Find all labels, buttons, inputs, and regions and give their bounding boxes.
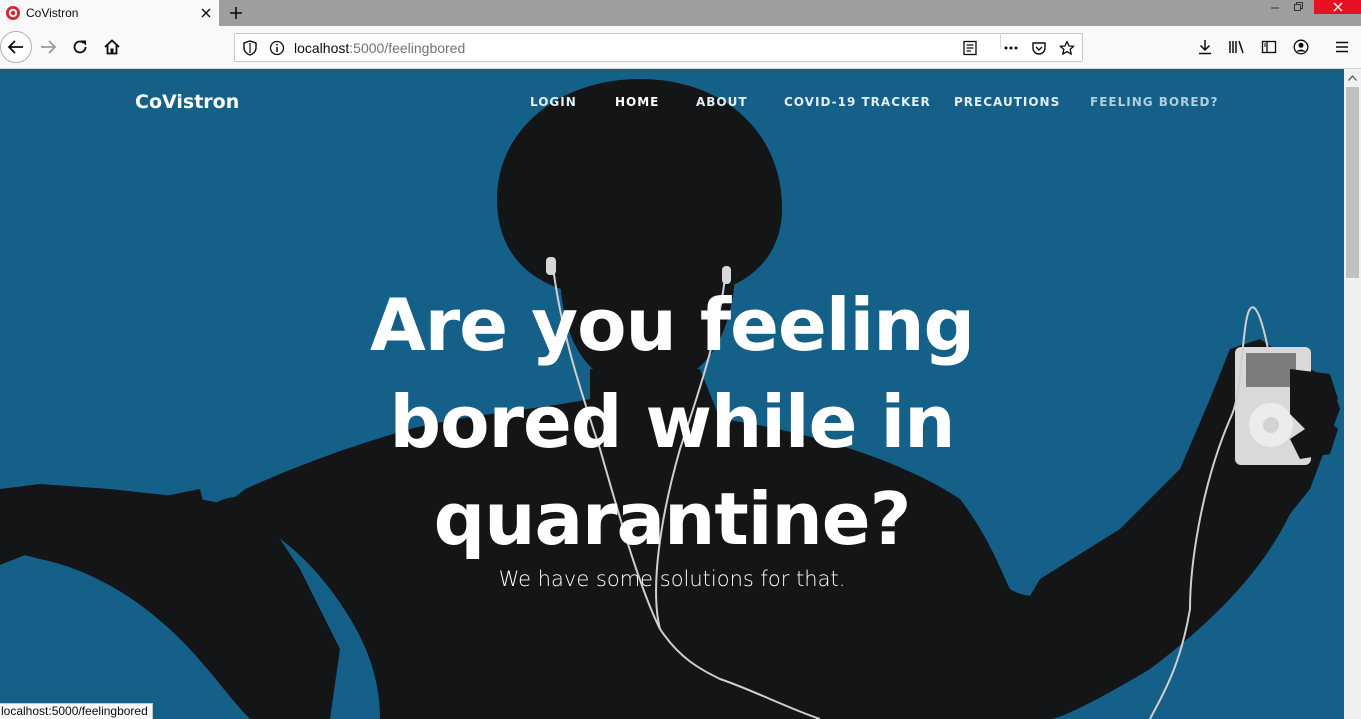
close-icon[interactable] bbox=[196, 3, 216, 23]
covistron-logo-icon bbox=[5, 5, 21, 21]
browser-toolbar: localhost:5000/feelingbored bbox=[0, 26, 1361, 69]
page-scrollbar[interactable] bbox=[1344, 69, 1361, 719]
nav-link-about[interactable]: ABOUT bbox=[696, 95, 748, 109]
hero-subheadline: We have some solutions for that. bbox=[498, 567, 846, 591]
tab-title: CoVistron bbox=[26, 6, 79, 20]
nav-link-login[interactable]: LOGIN bbox=[530, 95, 577, 109]
arrow-left-icon[interactable] bbox=[0, 31, 32, 63]
minimize-icon[interactable] bbox=[1264, 0, 1286, 14]
hero-headline-line: quarantine? bbox=[433, 477, 912, 561]
nav-link-covid-tracker[interactable]: COVID-19 TRACKER bbox=[784, 95, 931, 109]
scroll-thumb[interactable] bbox=[1346, 87, 1359, 278]
sidebar-icon[interactable] bbox=[1254, 32, 1284, 62]
hero-headline-line: Are you feeling bbox=[370, 283, 975, 367]
browser-tab[interactable]: CoVistron bbox=[0, 0, 219, 26]
site-brand[interactable]: CoVistron bbox=[135, 91, 239, 113]
status-bar-url: localhost:5000/feelingbored bbox=[0, 703, 153, 719]
account-icon[interactable] bbox=[1286, 32, 1316, 62]
plus-icon[interactable] bbox=[224, 1, 248, 25]
reader-view-icon[interactable] bbox=[962, 40, 978, 56]
ellipsis-icon[interactable] bbox=[1003, 40, 1019, 56]
nav-link-home[interactable]: HOME bbox=[615, 95, 659, 109]
tab-strip: CoVistron bbox=[0, 0, 1361, 26]
nav-link-feeling-bored[interactable]: FEELING BORED? bbox=[1090, 95, 1218, 109]
url-separator bbox=[1000, 33, 1001, 49]
home-icon[interactable] bbox=[97, 32, 127, 62]
info-icon[interactable] bbox=[269, 40, 285, 56]
hero-headline: Are you feeling bored while in quarantin… bbox=[322, 277, 1022, 568]
shield-icon[interactable] bbox=[242, 40, 258, 56]
window-close-icon[interactable] bbox=[1314, 0, 1361, 14]
nav-link-precautions[interactable]: PRECAUTIONS bbox=[954, 95, 1060, 109]
url-bar[interactable]: localhost:5000/feelingbored bbox=[234, 33, 1083, 62]
library-icon[interactable] bbox=[1222, 32, 1252, 62]
arrow-right-icon[interactable] bbox=[33, 32, 63, 62]
star-icon[interactable] bbox=[1059, 40, 1075, 56]
restore-icon[interactable] bbox=[1287, 0, 1309, 14]
hamburger-menu-icon[interactable] bbox=[1327, 32, 1357, 62]
download-icon[interactable] bbox=[1190, 32, 1220, 62]
page-viewport: CoVistron LOGIN HOME ABOUT COVID-19 TRAC… bbox=[0, 69, 1344, 719]
url-host: localhost bbox=[294, 40, 350, 56]
reload-icon[interactable] bbox=[65, 32, 95, 62]
scroll-up-icon[interactable] bbox=[1344, 69, 1361, 86]
hero-headline-line: bored while in bbox=[389, 380, 956, 464]
pocket-icon[interactable] bbox=[1031, 40, 1047, 56]
url-path: :5000/feelingbored bbox=[349, 40, 466, 56]
url-text[interactable]: localhost:5000/feelingbored bbox=[294, 40, 465, 56]
